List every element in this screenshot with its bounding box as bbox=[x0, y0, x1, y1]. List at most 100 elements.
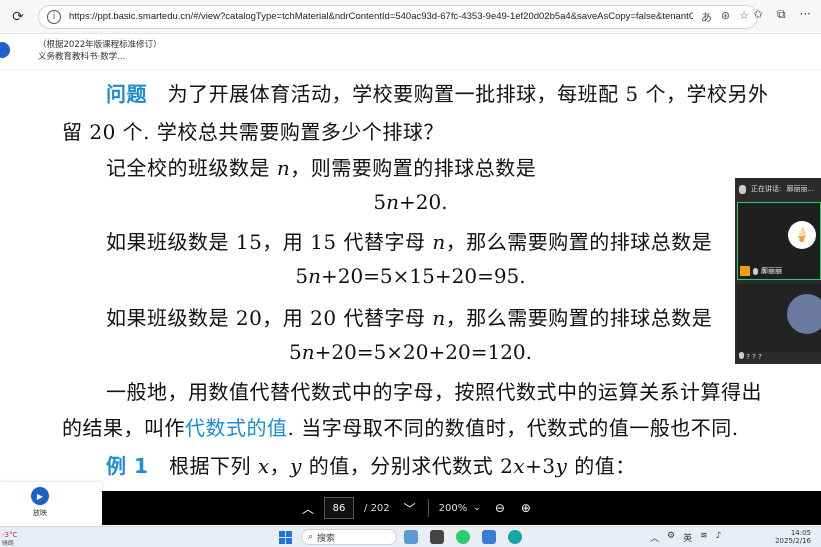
page-number-input[interactable]: 86 bbox=[324, 497, 355, 519]
formula-2: 5n+20=5×15+20=95. bbox=[0, 264, 821, 288]
text-segment: 根据下列 bbox=[168, 454, 258, 478]
address-bar[interactable]: i https://ppt.basic.smartedu.cn/#/view?c… bbox=[38, 4, 758, 29]
paragraph-line3: 记全校的班级数是 n，则需要购置的排球总数是 bbox=[106, 152, 536, 181]
text-segment: 的结果，叫作 bbox=[62, 416, 185, 440]
clock-time: 14:05 bbox=[790, 529, 811, 537]
chevron-up-icon[interactable]: ︿ bbox=[302, 500, 314, 517]
collections-icon[interactable]: ⧉ bbox=[777, 7, 786, 22]
var-x: x bbox=[513, 454, 526, 478]
zoom-dropdown-chevron-icon[interactable]: ⌄ bbox=[473, 503, 481, 513]
participant-label: ? ? ? bbox=[746, 353, 762, 361]
tile-name: 廓丽丽 bbox=[761, 267, 782, 275]
key-term: 代数式的值 bbox=[185, 416, 288, 440]
clock-date: 2025/2/16 bbox=[775, 537, 811, 545]
problem-paragraph-line1: 问题 为了开展体育活动，学校要购置一批排球，每班配 5 个，学校另外 bbox=[106, 78, 769, 107]
divider bbox=[427, 499, 429, 517]
text-segment: ， bbox=[269, 454, 291, 478]
mic-icon bbox=[753, 267, 758, 275]
formula-part: 5 bbox=[295, 264, 309, 288]
speaking-indicator: 正在讲话: 廓丽丽... bbox=[735, 178, 821, 200]
problem-text-1: 为了开展体育活动，学校要购置一批排球，每班配 5 个，学校另外 bbox=[167, 82, 769, 106]
chevron-down-icon[interactable]: ﹀ bbox=[404, 500, 416, 517]
search-label: 搜索 bbox=[317, 533, 336, 544]
site-info-icon[interactable]: i bbox=[47, 9, 61, 24]
text-segment: +3 bbox=[525, 454, 556, 478]
taskbar-apps bbox=[404, 530, 522, 544]
book-title: （根据2022年版课程标准修订）义务教育教科书·数学... bbox=[38, 40, 162, 62]
zoom-in-icon[interactable]: ⊕ bbox=[521, 501, 531, 515]
user-icon bbox=[740, 266, 750, 276]
mic-icon bbox=[739, 352, 744, 359]
formula-part: +20=5×20+20=120. bbox=[314, 340, 533, 364]
zoom-out-icon[interactable]: ⊖ bbox=[495, 501, 505, 515]
participant-footer: ? ? ? bbox=[739, 352, 762, 361]
var-n: n bbox=[301, 340, 315, 364]
var-y: y bbox=[290, 454, 302, 478]
paragraph-line9: 一般地，用数值代替代数式中的字母，按照代数式中的运算关系计算得出 bbox=[106, 380, 762, 404]
system-clock[interactable]: 14:05 2025/2/16 bbox=[775, 529, 811, 545]
favorite-star-icon[interactable]: ☆ bbox=[739, 9, 749, 25]
zoom-select[interactable]: 200% bbox=[439, 503, 468, 514]
screen: ⟳ i https://ppt.basic.smartedu.cn/#/view… bbox=[0, 0, 821, 547]
pdf-toolbar: ︿ 86 / 202 ﹀ 200% ⌄ ⊖ ⊕ bbox=[102, 491, 821, 525]
file-explorer-icon[interactable] bbox=[430, 530, 444, 544]
text-segment: 如果班级数是 20，用 20 代替字母 bbox=[106, 306, 433, 330]
video-panel[interactable]: 正在讲话: 廓丽丽... 🍦 廓丽丽 ? ? ? bbox=[735, 178, 821, 364]
var-n: n bbox=[308, 264, 321, 288]
text-segment: . 当字母取不同的数值时，代数式的值一般也不同. bbox=[287, 416, 739, 440]
edge-browser-icon[interactable] bbox=[508, 530, 522, 544]
formula-3: 5n+20=5×20+20=120. bbox=[0, 340, 821, 364]
weather-widget[interactable]: -3°C 晴朗 bbox=[2, 531, 17, 547]
volume-icon[interactable]: ♪ bbox=[716, 531, 722, 544]
problem-paragraph-line2: 留 20 个. 学校总共需要购置多少个排球？ bbox=[62, 120, 444, 144]
settings-icon[interactable]: ⚙ bbox=[667, 531, 675, 544]
app-icon[interactable] bbox=[404, 530, 418, 544]
paragraph-line7: 如果班级数是 20，用 20 代替字母 n，那么需要购置的排球总数是 bbox=[106, 302, 712, 331]
formula-part: 5 bbox=[288, 340, 302, 364]
system-tray: ︿ ⚙ 英 ≋ ♪ bbox=[650, 531, 721, 544]
app-header: （根据2022年版课程标准修订）义务教育教科书·数学... bbox=[0, 34, 821, 70]
taskbar-search[interactable]: ⌕ 搜索 bbox=[301, 529, 397, 545]
var-n: n bbox=[432, 306, 446, 330]
text-segment: ，那么需要购置的排球总数是 bbox=[445, 230, 713, 254]
video-tile-speaker[interactable]: 🍦 廓丽丽 bbox=[737, 202, 821, 280]
wechat-icon[interactable] bbox=[456, 530, 470, 544]
favorites-icon[interactable]: ✩ bbox=[753, 7, 763, 22]
problem-tag: 问题 bbox=[106, 82, 147, 106]
speaker-name: 廓丽丽... bbox=[786, 185, 815, 193]
var-x: x bbox=[257, 454, 270, 478]
text-segment: ，则需要购置的排球总数是 bbox=[290, 156, 537, 180]
reader-icon[interactable]: ⊛ bbox=[721, 9, 730, 25]
slideshow-widget[interactable]: ▶ 放映 bbox=[0, 482, 102, 526]
app-logo-icon bbox=[0, 42, 10, 58]
slideshow-label: 放映 bbox=[33, 509, 47, 517]
formula-1: 5n+20. bbox=[0, 190, 821, 214]
video-tile-participant[interactable] bbox=[737, 284, 821, 352]
example-tag: 例 1 bbox=[106, 454, 149, 478]
text-segment: 的值： bbox=[567, 454, 636, 478]
tile-name-label: 廓丽丽 bbox=[740, 266, 782, 276]
refresh-icon[interactable]: ⟳ bbox=[6, 5, 30, 29]
chevron-up-icon[interactable]: ︿ bbox=[650, 531, 659, 544]
os-taskbar: -3°C 晴朗 ⌕ 搜索 ︿ ⚙ 英 ≋ ♪ 14:05 2025/2/16 bbox=[0, 526, 821, 547]
translate-icon[interactable]: あ bbox=[701, 9, 712, 25]
total-pages: / 202 bbox=[364, 502, 390, 514]
text-segment: 如果班级数是 15，用 15 代替字母 bbox=[106, 230, 433, 254]
ime-indicator[interactable]: 英 bbox=[683, 531, 692, 544]
play-icon[interactable]: ▶ bbox=[31, 487, 49, 505]
var-n: n bbox=[386, 190, 400, 214]
windows-start-icon[interactable] bbox=[279, 531, 292, 544]
wifi-icon[interactable]: ≋ bbox=[700, 531, 708, 544]
formula-part: +20. bbox=[399, 190, 448, 214]
formula-part: 5 bbox=[373, 190, 387, 214]
weather-desc: 晴朗 bbox=[2, 541, 14, 547]
url-text: https://ppt.basic.smartedu.cn/#/view?cat… bbox=[69, 11, 693, 22]
var-n: n bbox=[432, 230, 446, 254]
paragraph-line10: 的结果，叫作代数式的值. 当字母取不同的数值时，代数式的值一般也不同. bbox=[62, 412, 739, 441]
app-icon[interactable] bbox=[482, 530, 496, 544]
paragraph-line5: 如果班级数是 15，用 15 代替字母 n，那么需要购置的排球总数是 bbox=[106, 226, 712, 255]
example-line: 例 1 根据下列 x，y 的值，分别求代数式 2x+3y 的值： bbox=[106, 450, 636, 479]
avatar bbox=[787, 294, 821, 334]
more-menu-icon[interactable]: ··· bbox=[800, 7, 811, 22]
browser-toolbar: ⟳ i https://ppt.basic.smartedu.cn/#/view… bbox=[0, 0, 821, 34]
